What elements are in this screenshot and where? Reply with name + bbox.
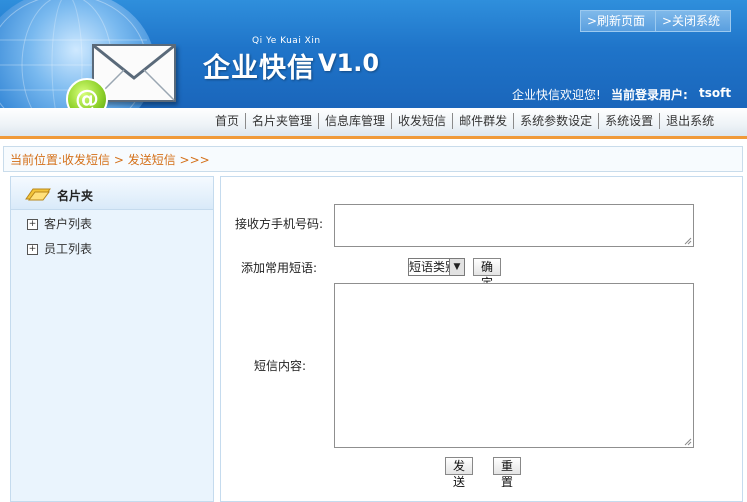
sidebar-item-employee-list[interactable]: + 员工列表 <box>27 240 92 258</box>
resize-grip-icon[interactable] <box>684 237 692 245</box>
nav-menu: 首页 名片夹管理 信息库管理 收发短信 邮件群发 系统参数设定 系统设置 退出系… <box>209 113 720 129</box>
header-banner: @ Qi Ye Kuai Xin 企业快信 V1.0 >刷新页面 >关闭系统 企… <box>0 0 747 108</box>
phrase-category-select[interactable]: 短语类别 ▼ <box>408 258 465 276</box>
sms-content-field[interactable] <box>334 283 694 448</box>
common-phrase-label: 添加常用短语: <box>241 261 318 275</box>
dropdown-arrow-icon[interactable]: ▼ <box>449 259 464 275</box>
send-sms-form: 接收方手机号码: 添加常用短语: 短语类别 ▼ 确定 短信内容: 发送 重置 <box>220 176 743 502</box>
phone-number-label: 接收方手机号码: <box>235 217 324 231</box>
sidebar-title: 名片夹 <box>57 189 94 203</box>
nav-item-sms[interactable]: 收发短信 <box>391 113 452 129</box>
login-username: tsoft <box>699 86 732 100</box>
confirm-phrase-button[interactable]: 确定 <box>473 258 501 290</box>
reset-button[interactable]: 重置 <box>493 457 521 489</box>
nav-item-home[interactable]: 首页 <box>209 113 245 129</box>
sidebar: 名片夹 + 客户列表 + 员工列表 <box>10 176 214 502</box>
breadcrumb-bar: 当前位置:收发短信 > 发送短信 >>> <box>3 146 743 172</box>
plus-box-icon[interactable]: + <box>27 219 38 230</box>
sidebar-header: 名片夹 <box>11 177 213 210</box>
sidebar-item-label: 员工列表 <box>44 242 93 256</box>
plus-box-icon[interactable]: + <box>27 244 38 255</box>
refresh-page-button[interactable]: >刷新页面 <box>580 10 656 32</box>
nav-item-system-params[interactable]: 系统参数设定 <box>513 113 598 129</box>
nav-item-system-settings[interactable]: 系统设置 <box>598 113 659 129</box>
card-folder-icon <box>25 188 51 201</box>
sms-content-label: 短信内容: <box>254 359 307 373</box>
close-system-button[interactable]: >关闭系统 <box>655 10 731 32</box>
resize-grip-icon[interactable] <box>684 438 692 446</box>
nav-item-mass-mail[interactable]: 邮件群发 <box>452 113 513 129</box>
breadcrumb: 当前位置:收发短信 > 发送短信 >>> <box>10 153 210 167</box>
brand-version: V1.0 <box>318 49 380 77</box>
brand-pinyin: Qi Ye Kuai Xin <box>252 36 321 46</box>
sidebar-item-label: 客户列表 <box>44 217 93 231</box>
nav-item-logout[interactable]: 退出系统 <box>659 113 720 129</box>
brand-title: 企业快信 <box>203 53 315 84</box>
main-nav-bar: 首页 名片夹管理 信息库管理 收发短信 邮件群发 系统参数设定 系统设置 退出系… <box>0 108 747 139</box>
sidebar-item-customer-list[interactable]: + 客户列表 <box>27 215 92 233</box>
welcome-text: 企业快信欢迎您! <box>512 88 601 102</box>
send-button[interactable]: 发送 <box>445 457 473 489</box>
nav-item-info-library[interactable]: 信息库管理 <box>318 113 391 129</box>
phone-number-field[interactable] <box>334 204 694 247</box>
nav-item-card-manage[interactable]: 名片夹管理 <box>245 113 318 129</box>
login-user-label: 当前登录用户: <box>611 88 688 102</box>
